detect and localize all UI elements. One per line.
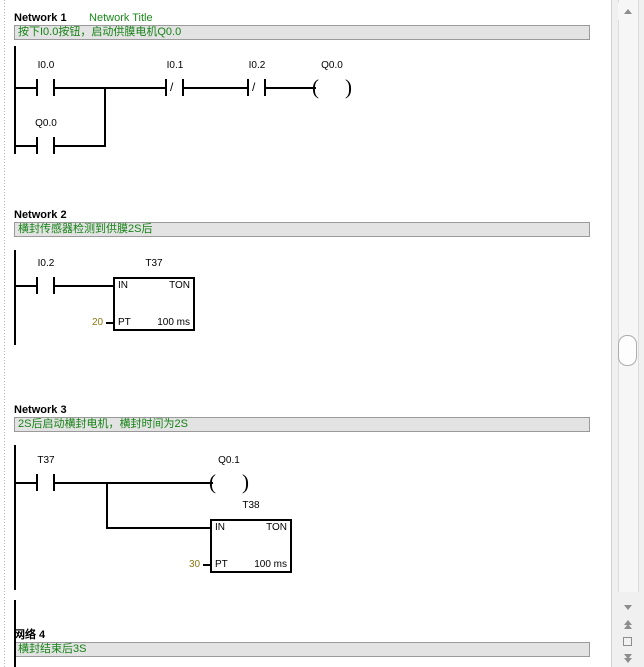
wire-c1-to-coil	[55, 482, 213, 484]
nav-up-double-button[interactable]	[618, 617, 637, 632]
scrollbar-thumb[interactable]	[618, 335, 637, 366]
contact-i0-2-label: I0.2	[248, 60, 266, 71]
network-2-header: Network 2	[14, 205, 85, 221]
timer-t37-preset-value[interactable]: 20	[92, 317, 103, 328]
contact-q0-0-seal-label: Q0.0	[35, 118, 57, 129]
coil-q0-0-label: Q0.0	[321, 60, 343, 71]
network-3-comment[interactable]: 2S后启动横封电机，横封时间为2S	[14, 417, 590, 432]
wire-c1-to-timer	[55, 285, 113, 287]
nav-stop-square-icon	[623, 637, 632, 646]
contact-t37[interactable]	[36, 474, 55, 491]
nav-stop-button[interactable]	[618, 634, 637, 649]
wire-rail-to-branch-contact	[14, 145, 36, 147]
coil-q0-1[interactable]: ( )	[209, 470, 249, 494]
wire-c2-to-c3	[184, 87, 247, 89]
power-rail-4	[14, 600, 16, 667]
timer-in-label: IN	[215, 522, 225, 533]
nav-down-arrow-icon	[623, 605, 632, 610]
contact-i0-2[interactable]	[36, 277, 55, 294]
timer-block-t37[interactable]: IN TON PT 100 ms	[113, 277, 195, 331]
coil-paren-right: )	[345, 75, 352, 99]
network-1-name: Network 1	[14, 12, 67, 24]
network-1[interactable]: Network 1 Network Title 按下I0.0按钮，启动供膜电机Q…	[0, 8, 612, 193]
contact-i0-0[interactable]	[36, 79, 55, 96]
contact-i0-1-label: I0.1	[166, 60, 184, 71]
network-1-comment[interactable]: 按下I0.0按钮，启动供膜电机Q0.0	[14, 25, 590, 40]
coil-paren-left: (	[209, 470, 216, 494]
network-2-name: Network 2	[14, 209, 67, 221]
scroll-up-arrow-icon	[623, 9, 632, 14]
contact-i0-2-label: I0.2	[37, 258, 55, 269]
branch-vertical-3	[106, 482, 108, 529]
power-rail-2	[14, 250, 16, 345]
network-2-comment[interactable]: 横封传感器检测到供膜2S后	[14, 222, 590, 237]
timer-t38-name: T38	[242, 500, 260, 511]
timer-function-label: TON	[266, 522, 287, 533]
contact-bar-left	[247, 79, 249, 96]
scrollbar-track[interactable]	[618, 0, 639, 592]
contact-bar-left	[165, 79, 167, 96]
network-4-comment[interactable]: 横封结束后3S	[14, 642, 590, 657]
contact-i0-0-label: I0.0	[37, 60, 55, 71]
coil-q0-0[interactable]: ( )	[312, 75, 352, 99]
wire-rail-to-c1	[14, 87, 36, 89]
ladder-canvas[interactable]: Network 1 Network Title 按下I0.0按钮，启动供膜电机Q…	[0, 0, 612, 667]
scroll-up-button[interactable]	[618, 3, 637, 20]
contact-t37-label: T37	[37, 455, 55, 466]
timer-block-t38[interactable]: IN TON PT 100 ms	[210, 519, 292, 573]
contact-i0-2[interactable]: /	[247, 79, 266, 96]
contact-bar-left	[36, 79, 38, 96]
timer-function-label: TON	[169, 280, 190, 291]
timer-t37-name: T37	[145, 258, 163, 269]
nav-down-button[interactable]	[618, 600, 637, 615]
contact-bar-left	[36, 277, 38, 294]
nav-down-double-arrow-icon-2	[623, 658, 632, 663]
network-4[interactable]: 网络 4 横封结束后3S	[0, 625, 612, 667]
power-rail-1	[14, 46, 16, 154]
normally-closed-slash: /	[170, 80, 174, 94]
timer-in-label: IN	[118, 280, 128, 291]
branch-vertical-1	[104, 87, 106, 147]
coil-paren-left: (	[312, 75, 319, 99]
contact-i0-1[interactable]: /	[165, 79, 184, 96]
contact-bar-left	[36, 474, 38, 491]
wire-c3-to-coil	[266, 87, 316, 89]
timer-pt-label: PT	[215, 559, 228, 570]
coil-q0-1-label: Q0.1	[218, 455, 240, 466]
network-4-header: 网络 4	[14, 625, 63, 641]
wire-branch-to-timer	[106, 527, 210, 529]
network-1-header: Network 1 Network Title	[14, 8, 153, 24]
network-3[interactable]: Network 3 2S后启动横封电机，横封时间为2S T37 ( ) Q0.1	[0, 400, 612, 595]
network-3-header: Network 3	[14, 400, 85, 416]
timer-pt-label: PT	[118, 317, 131, 328]
contact-q0-0-seal[interactable]	[36, 137, 55, 154]
network-2[interactable]: Network 2 横封传感器检测到供膜2S后 I0.2 IN TON PT 1…	[0, 205, 612, 365]
timer-t38-preset-value[interactable]: 30	[189, 559, 200, 570]
network-4-name: 网络 4	[14, 629, 46, 641]
normally-closed-slash: /	[252, 80, 256, 94]
vertical-scrollbar[interactable]	[611, 0, 644, 667]
wire-branch-contact-to-vertical	[55, 145, 106, 147]
timer-timebase-label: 100 ms	[254, 559, 287, 570]
wire-rail-to-c1	[14, 482, 36, 484]
timer-timebase-label: 100 ms	[157, 317, 190, 328]
timer-pt-stub	[106, 322, 113, 324]
nav-down-double-button[interactable]	[618, 651, 637, 666]
wire-c1-to-c2	[55, 87, 165, 89]
contact-bar-left	[36, 137, 38, 154]
timer-pt-stub	[203, 564, 210, 566]
ladder-editor-window: Network 1 Network Title 按下I0.0按钮，启动供膜电机Q…	[0, 0, 644, 667]
wire-rail-to-c1	[14, 285, 36, 287]
coil-paren-right: )	[242, 470, 249, 494]
nav-up-double-arrow-icon-2	[623, 624, 632, 629]
network-3-name: Network 3	[14, 404, 67, 416]
power-rail-3	[14, 445, 16, 590]
network-1-title: Network Title	[89, 12, 153, 24]
